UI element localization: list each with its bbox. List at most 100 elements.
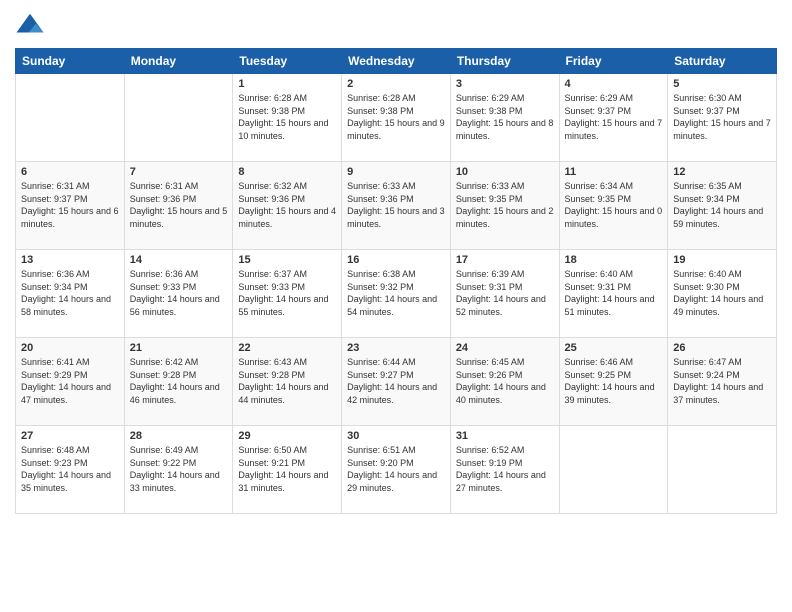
calendar-week-row: 20 Sunrise: 6:41 AM Sunset: 9:29 PM Dayli… — [16, 338, 777, 426]
calendar-header-thursday: Thursday — [450, 49, 559, 74]
calendar-cell: 11 Sunrise: 6:34 AM Sunset: 9:35 PM Dayli… — [559, 162, 668, 250]
day-info: Sunrise: 6:46 AM Sunset: 9:25 PM Dayligh… — [565, 356, 663, 406]
day-number: 1 — [238, 78, 336, 90]
calendar-cell: 27 Sunrise: 6:48 AM Sunset: 9:23 PM Dayli… — [16, 426, 125, 514]
calendar-cell: 29 Sunrise: 6:50 AM Sunset: 9:21 PM Dayli… — [233, 426, 342, 514]
day-info: Sunrise: 6:43 AM Sunset: 9:28 PM Dayligh… — [238, 356, 336, 406]
day-number: 2 — [347, 78, 445, 90]
calendar-cell: 4 Sunrise: 6:29 AM Sunset: 9:37 PM Daylig… — [559, 74, 668, 162]
day-number: 27 — [21, 430, 119, 442]
day-number: 10 — [456, 166, 554, 178]
day-info: Sunrise: 6:48 AM Sunset: 9:23 PM Dayligh… — [21, 444, 119, 494]
calendar-cell: 20 Sunrise: 6:41 AM Sunset: 9:29 PM Dayli… — [16, 338, 125, 426]
day-info: Sunrise: 6:49 AM Sunset: 9:22 PM Dayligh… — [130, 444, 228, 494]
calendar-cell: 8 Sunrise: 6:32 AM Sunset: 9:36 PM Daylig… — [233, 162, 342, 250]
calendar-cell — [559, 426, 668, 514]
calendar-week-row: 1 Sunrise: 6:28 AM Sunset: 9:38 PM Daylig… — [16, 74, 777, 162]
day-number: 8 — [238, 166, 336, 178]
calendar-header-wednesday: Wednesday — [342, 49, 451, 74]
day-info: Sunrise: 6:45 AM Sunset: 9:26 PM Dayligh… — [456, 356, 554, 406]
day-number: 31 — [456, 430, 554, 442]
day-number: 11 — [565, 166, 663, 178]
day-info: Sunrise: 6:42 AM Sunset: 9:28 PM Dayligh… — [130, 356, 228, 406]
calendar-cell: 3 Sunrise: 6:29 AM Sunset: 9:38 PM Daylig… — [450, 74, 559, 162]
day-number: 17 — [456, 254, 554, 266]
logo-icon — [15, 10, 45, 40]
day-number: 3 — [456, 78, 554, 90]
day-number: 19 — [673, 254, 771, 266]
calendar-cell: 19Sunrise: 6:40 AM Sunset: 9:30 PM Dayli… — [668, 250, 777, 338]
day-number: 23 — [347, 342, 445, 354]
calendar-cell: 30Sunrise: 6:51 AM Sunset: 9:20 PM Dayli… — [342, 426, 451, 514]
day-number: 15 — [238, 254, 336, 266]
calendar-cell: 28 Sunrise: 6:49 AM Sunset: 9:22 PM Dayli… — [124, 426, 233, 514]
calendar-week-row: 27 Sunrise: 6:48 AM Sunset: 9:23 PM Dayli… — [16, 426, 777, 514]
calendar-cell — [16, 74, 125, 162]
calendar-cell: 17 Sunrise: 6:39 AM Sunset: 9:31 PM Dayli… — [450, 250, 559, 338]
day-number: 30 — [347, 430, 445, 442]
day-info: Sunrise: 6:28 AM Sunset: 9:38 PM Dayligh… — [347, 92, 445, 142]
logo — [15, 10, 49, 40]
day-info: Sunrise: 6:44 AM Sunset: 9:27 PM Dayligh… — [347, 356, 445, 406]
day-number: 7 — [130, 166, 228, 178]
day-number: 5 — [673, 78, 771, 90]
calendar-table: SundayMondayTuesdayWednesdayThursdayFrid… — [15, 48, 777, 514]
day-number: 12 — [673, 166, 771, 178]
day-info: Sunrise: 6:29 AM Sunset: 9:38 PM Dayligh… — [456, 92, 554, 142]
day-info: Sunrise: 6:36 AM Sunset: 9:34 PM Dayligh… — [21, 268, 119, 318]
calendar-header-sunday: Sunday — [16, 49, 125, 74]
calendar-cell: 13 Sunrise: 6:36 AM Sunset: 9:34 PM Dayli… — [16, 250, 125, 338]
calendar-cell: 18 Sunrise: 6:40 AM Sunset: 9:31 PM Dayli… — [559, 250, 668, 338]
day-number: 6 — [21, 166, 119, 178]
day-info: Sunrise: 6:35 AM Sunset: 9:34 PM Dayligh… — [673, 180, 771, 230]
day-number: 28 — [130, 430, 228, 442]
calendar-cell: 23 Sunrise: 6:44 AM Sunset: 9:27 PM Dayli… — [342, 338, 451, 426]
calendar-cell: 12 Sunrise: 6:35 AM Sunset: 9:34 PM Dayli… — [668, 162, 777, 250]
calendar-cell: 22 Sunrise: 6:43 AM Sunset: 9:28 PM Dayli… — [233, 338, 342, 426]
day-info: Sunrise: 6:47 AM Sunset: 9:24 PM Dayligh… — [673, 356, 771, 406]
day-info: Sunrise: 6:28 AM Sunset: 9:38 PM Dayligh… — [238, 92, 336, 142]
day-number: 18 — [565, 254, 663, 266]
day-info: Sunrise: 6:33 AM Sunset: 9:36 PM Dayligh… — [347, 180, 445, 230]
calendar-week-row: 13 Sunrise: 6:36 AM Sunset: 9:34 PM Dayli… — [16, 250, 777, 338]
day-number: 4 — [565, 78, 663, 90]
calendar-cell: 25 Sunrise: 6:46 AM Sunset: 9:25 PM Dayli… — [559, 338, 668, 426]
day-info: Sunrise: 6:31 AM Sunset: 9:36 PM Dayligh… — [130, 180, 228, 230]
day-info: Sunrise: 6:52 AM Sunset: 9:19 PM Dayligh… — [456, 444, 554, 494]
day-info: Sunrise: 6:38 AM Sunset: 9:32 PM Dayligh… — [347, 268, 445, 318]
calendar-cell: 26Sunrise: 6:47 AM Sunset: 9:24 PM Dayli… — [668, 338, 777, 426]
calendar-cell — [668, 426, 777, 514]
day-info: Sunrise: 6:29 AM Sunset: 9:37 PM Dayligh… — [565, 92, 663, 142]
day-info: Sunrise: 6:39 AM Sunset: 9:31 PM Dayligh… — [456, 268, 554, 318]
day-info: Sunrise: 6:33 AM Sunset: 9:35 PM Dayligh… — [456, 180, 554, 230]
calendar-cell — [124, 74, 233, 162]
day-number: 22 — [238, 342, 336, 354]
day-number: 9 — [347, 166, 445, 178]
day-number: 13 — [21, 254, 119, 266]
day-info: Sunrise: 6:37 AM Sunset: 9:33 PM Dayligh… — [238, 268, 336, 318]
day-info: Sunrise: 6:41 AM Sunset: 9:29 PM Dayligh… — [21, 356, 119, 406]
calendar-cell: 6Sunrise: 6:31 AM Sunset: 9:37 PM Daylig… — [16, 162, 125, 250]
day-info: Sunrise: 6:50 AM Sunset: 9:21 PM Dayligh… — [238, 444, 336, 494]
calendar-cell: 31 Sunrise: 6:52 AM Sunset: 9:19 PM Dayli… — [450, 426, 559, 514]
day-info: Sunrise: 6:32 AM Sunset: 9:36 PM Dayligh… — [238, 180, 336, 230]
calendar-header-tuesday: Tuesday — [233, 49, 342, 74]
day-number: 25 — [565, 342, 663, 354]
calendar-cell: 7 Sunrise: 6:31 AM Sunset: 9:36 PM Daylig… — [124, 162, 233, 250]
day-info: Sunrise: 6:30 AM Sunset: 9:37 PM Dayligh… — [673, 92, 771, 142]
day-number: 21 — [130, 342, 228, 354]
day-number: 20 — [21, 342, 119, 354]
day-info: Sunrise: 6:34 AM Sunset: 9:35 PM Dayligh… — [565, 180, 663, 230]
day-number: 29 — [238, 430, 336, 442]
calendar-cell: 15 Sunrise: 6:37 AM Sunset: 9:33 PM Dayli… — [233, 250, 342, 338]
calendar-cell: 1 Sunrise: 6:28 AM Sunset: 9:38 PM Daylig… — [233, 74, 342, 162]
calendar-header-monday: Monday — [124, 49, 233, 74]
calendar-cell: 9 Sunrise: 6:33 AM Sunset: 9:36 PM Daylig… — [342, 162, 451, 250]
calendar-cell: 14Sunrise: 6:36 AM Sunset: 9:33 PM Dayli… — [124, 250, 233, 338]
page-header — [15, 10, 777, 40]
day-info: Sunrise: 6:40 AM Sunset: 9:31 PM Dayligh… — [565, 268, 663, 318]
day-number: 16 — [347, 254, 445, 266]
calendar-header-saturday: Saturday — [668, 49, 777, 74]
day-number: 24 — [456, 342, 554, 354]
day-number: 14 — [130, 254, 228, 266]
